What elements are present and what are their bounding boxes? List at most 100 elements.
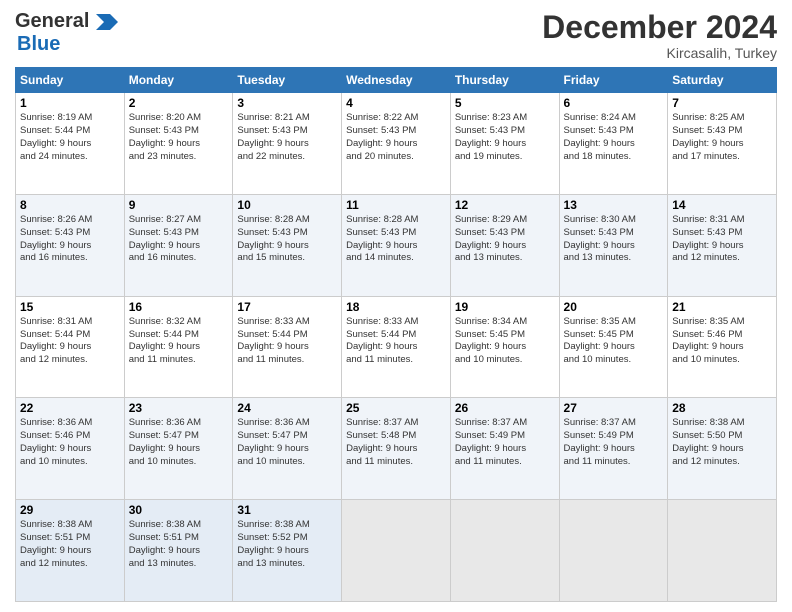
logo-blue-text: Blue [17,33,60,55]
table-row: 27Sunrise: 8:37 AMSunset: 5:49 PMDayligh… [559,398,668,500]
col-wednesday: Wednesday [342,68,451,93]
table-row: 1Sunrise: 8:19 AMSunset: 5:44 PMDaylight… [16,93,125,195]
sunset-text: Sunset: 5:45 PM [455,329,555,342]
sunset-text: Sunset: 5:46 PM [672,329,772,342]
sunrise-text: Sunrise: 8:27 AM [129,214,229,227]
col-sunday: Sunday [16,68,125,93]
day-info: Sunrise: 8:30 AMSunset: 5:43 PMDaylight:… [564,214,664,265]
sunset-text: Sunset: 5:43 PM [672,227,772,240]
table-row: 10Sunrise: 8:28 AMSunset: 5:43 PMDayligh… [233,194,342,296]
daylight-text: Daylight: 9 hoursand 15 minutes. [237,240,337,266]
daylight-text: Daylight: 9 hoursand 11 minutes. [129,341,229,367]
daylight-text: Daylight: 9 hoursand 13 minutes. [564,240,664,266]
daylight-text: Daylight: 9 hoursand 24 minutes. [20,138,120,164]
sunrise-text: Sunrise: 8:22 AM [346,112,446,125]
logo: General Blue [15,10,118,56]
sunrise-text: Sunrise: 8:36 AM [237,417,337,430]
table-row [559,500,668,602]
calendar-week-row: 29Sunrise: 8:38 AMSunset: 5:51 PMDayligh… [16,500,777,602]
daylight-text: Daylight: 9 hoursand 16 minutes. [20,240,120,266]
day-number: 16 [129,300,229,314]
location: Kircasalih, Turkey [542,45,777,61]
daylight-text: Daylight: 9 hoursand 10 minutes. [20,443,120,469]
calendar-table: Sunday Monday Tuesday Wednesday Thursday… [15,67,777,602]
day-number: 12 [455,198,555,212]
sunrise-text: Sunrise: 8:23 AM [455,112,555,125]
col-thursday: Thursday [450,68,559,93]
daylight-text: Daylight: 9 hoursand 10 minutes. [564,341,664,367]
daylight-text: Daylight: 9 hoursand 11 minutes. [346,341,446,367]
day-info: Sunrise: 8:23 AMSunset: 5:43 PMDaylight:… [455,112,555,163]
daylight-text: Daylight: 9 hoursand 18 minutes. [564,138,664,164]
sunset-text: Sunset: 5:51 PM [20,532,120,545]
day-number: 27 [564,401,664,415]
sunrise-text: Sunrise: 8:32 AM [129,316,229,329]
sunrise-text: Sunrise: 8:38 AM [129,519,229,532]
sunset-text: Sunset: 5:47 PM [129,430,229,443]
table-row: 30 Sunrise: 8:38 AMSunset: 5:51 PMDayligh… [124,500,233,602]
table-row: 8Sunrise: 8:26 AMSunset: 5:43 PMDaylight… [16,194,125,296]
sunrise-text: Sunrise: 8:35 AM [672,316,772,329]
daylight-text: Daylight: 9 hoursand 11 minutes. [564,443,664,469]
col-monday: Monday [124,68,233,93]
daylight-text: Daylight: 9 hoursand 16 minutes. [129,240,229,266]
sunset-text: Sunset: 5:43 PM [672,125,772,138]
sunrise-text: Sunrise: 8:24 AM [564,112,664,125]
day-info: Sunrise: 8:35 AMSunset: 5:46 PMDaylight:… [672,316,772,367]
table-row: 6Sunrise: 8:24 AMSunset: 5:43 PMDaylight… [559,93,668,195]
day-number: 17 [237,300,337,314]
day-info: Sunrise: 8:29 AMSunset: 5:43 PMDaylight:… [455,214,555,265]
day-number: 11 [346,198,446,212]
daylight-text: Daylight: 9 hoursand 12 minutes. [672,240,772,266]
sunrise-text: Sunrise: 8:35 AM [564,316,664,329]
day-info: Sunrise: 8:36 AMSunset: 5:47 PMDaylight:… [237,417,337,468]
day-number: 1 [20,96,120,110]
table-row: 18Sunrise: 8:33 AMSunset: 5:44 PMDayligh… [342,296,451,398]
day-number: 14 [672,198,772,212]
day-info: Sunrise: 8:37 AMSunset: 5:48 PMDaylight:… [346,417,446,468]
sunrise-text: Sunrise: 8:25 AM [672,112,772,125]
sunrise-text: Sunrise: 8:36 AM [129,417,229,430]
sunrise-text: Sunrise: 8:29 AM [455,214,555,227]
sunset-text: Sunset: 5:43 PM [564,227,664,240]
sunset-text: Sunset: 5:51 PM [129,532,229,545]
day-info: Sunrise: 8:28 AMSunset: 5:43 PMDaylight:… [346,214,446,265]
day-info: Sunrise: 8:33 AMSunset: 5:44 PMDaylight:… [237,316,337,367]
day-number: 30 [129,503,229,517]
logo-text: General [15,10,118,33]
sunrise-text: Sunrise: 8:30 AM [564,214,664,227]
day-info: Sunrise: 8:32 AMSunset: 5:44 PMDaylight:… [129,316,229,367]
sunrise-text: Sunrise: 8:31 AM [20,316,120,329]
sunrise-text: Sunrise: 8:20 AM [129,112,229,125]
daylight-text: Daylight: 9 hoursand 10 minutes. [237,443,337,469]
sunrise-text: Sunrise: 8:26 AM [20,214,120,227]
table-row: 19Sunrise: 8:34 AMSunset: 5:45 PMDayligh… [450,296,559,398]
day-number: 20 [564,300,664,314]
table-row: 14 Sunrise: 8:31 AMSunset: 5:43 PMDayligh… [668,194,777,296]
day-number: 2 [129,96,229,110]
sunset-text: Sunset: 5:47 PM [237,430,337,443]
day-info: Sunrise: 8:31 AMSunset: 5:43 PMDaylight:… [672,214,772,265]
sunset-text: Sunset: 5:45 PM [564,329,664,342]
sunrise-text: Sunrise: 8:33 AM [346,316,446,329]
sunset-text: Sunset: 5:44 PM [20,125,120,138]
table-row: 9Sunrise: 8:27 AMSunset: 5:43 PMDaylight… [124,194,233,296]
sunset-text: Sunset: 5:48 PM [346,430,446,443]
table-row: 28Sunrise: 8:38 AMSunset: 5:50 PMDayligh… [668,398,777,500]
table-row: 15Sunrise: 8:31 AMSunset: 5:44 PMDayligh… [16,296,125,398]
table-row: 31Sunrise: 8:38 AMSunset: 5:52 PMDayligh… [233,500,342,602]
day-info: Sunrise: 8:38 AMSunset: 5:51 PMDaylight:… [129,519,229,570]
day-number: 5 [455,96,555,110]
day-number: 6 [564,96,664,110]
logo-arrow-icon [96,14,118,30]
table-row: 7Sunrise: 8:25 AMSunset: 5:43 PMDaylight… [668,93,777,195]
daylight-text: Daylight: 9 hoursand 20 minutes. [346,138,446,164]
sunset-text: Sunset: 5:43 PM [237,125,337,138]
sunrise-text: Sunrise: 8:33 AM [237,316,337,329]
table-row: 26Sunrise: 8:37 AMSunset: 5:49 PMDayligh… [450,398,559,500]
table-row: 21Sunrise: 8:35 AMSunset: 5:46 PMDayligh… [668,296,777,398]
daylight-text: Daylight: 9 hoursand 10 minutes. [455,341,555,367]
table-row: 17 Sunrise: 8:33 AMSunset: 5:44 PMDayligh… [233,296,342,398]
sunset-text: Sunset: 5:49 PM [455,430,555,443]
daylight-text: Daylight: 9 hoursand 14 minutes. [346,240,446,266]
